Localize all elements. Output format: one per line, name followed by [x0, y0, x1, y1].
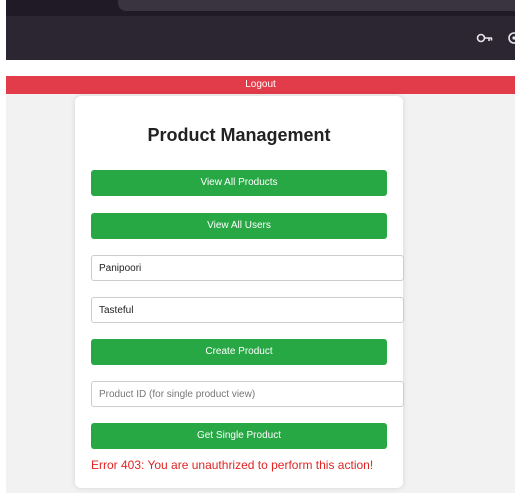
browser-tab-strip [6, 0, 515, 16]
extension-icon[interactable] [506, 29, 515, 47]
product-id-input[interactable] [91, 381, 404, 407]
product-management-card: Product Management View All Products Vie… [75, 96, 404, 488]
product-name-input[interactable] [91, 255, 404, 281]
logout-button[interactable]: Logout [6, 76, 515, 94]
get-single-product-button[interactable]: Get Single Product [91, 423, 387, 449]
browser-toolbar [6, 16, 515, 60]
key-icon[interactable] [476, 29, 494, 47]
create-product-button[interactable]: Create Product [91, 339, 387, 365]
page-title: Product Management [147, 125, 331, 145]
page-viewport: Logout Product Management View All Produ… [6, 60, 515, 493]
page-header-spacer [6, 60, 515, 76]
view-all-users-button[interactable]: View All Users [91, 213, 387, 239]
error-message: Error 403: You are unauthrized to perfor… [91, 458, 374, 472]
view-all-products-button[interactable]: View All Products [91, 170, 387, 196]
browser-tab[interactable] [118, 0, 515, 11]
product-description-input[interactable] [91, 297, 404, 323]
